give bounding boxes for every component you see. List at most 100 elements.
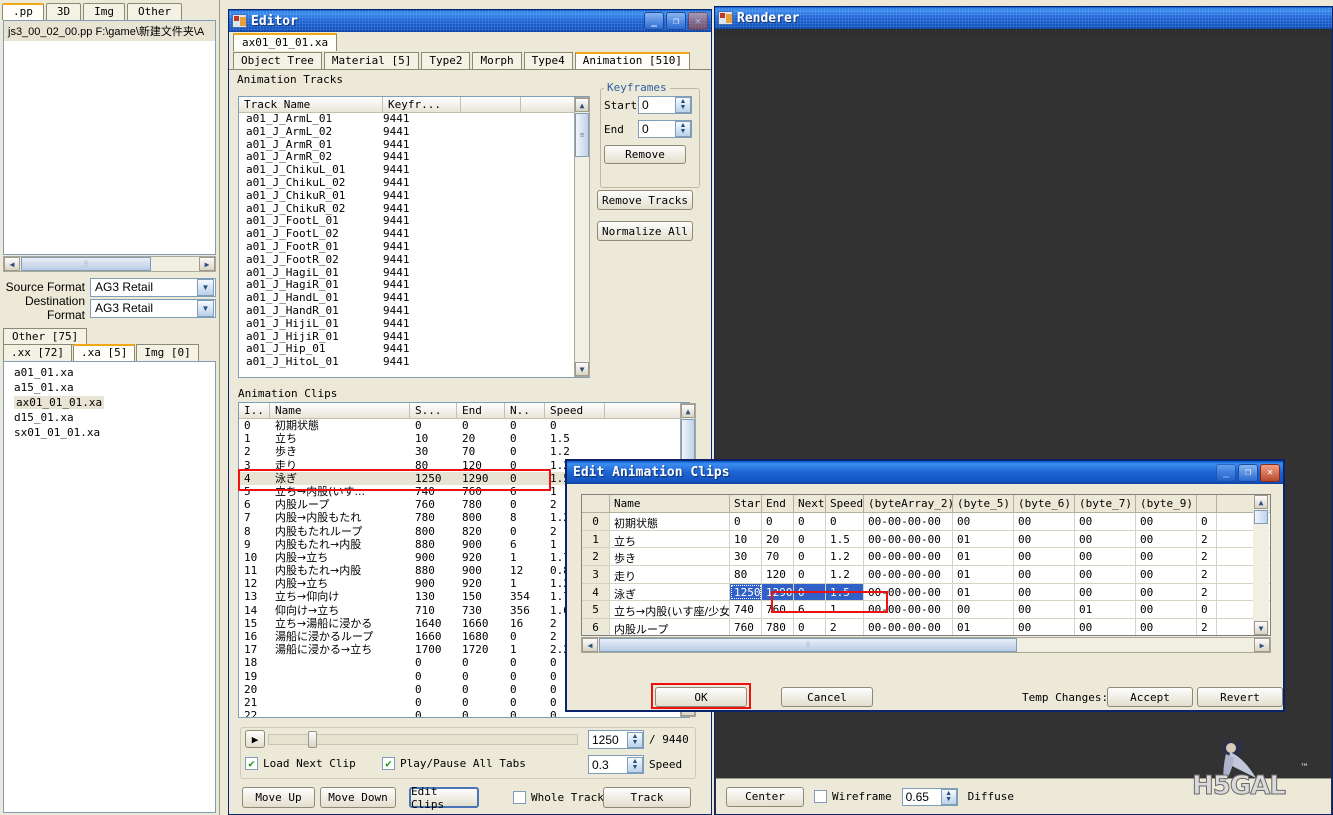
overflow-cell[interactable]: 0 xyxy=(1197,601,1217,619)
whole-track-checkbox[interactable]: Whole Track xyxy=(513,791,604,804)
table-row[interactable]: a01_J_HijiL_01 9441 xyxy=(239,317,589,331)
editor-titlebar[interactable]: Editor _ ❐ ✕ xyxy=(229,10,711,32)
col-start[interactable]: S... xyxy=(410,403,457,418)
byte5-cell[interactable]: 00 xyxy=(953,601,1014,619)
checkbox-box[interactable]: ✔ xyxy=(382,757,395,770)
tab-animation[interactable]: Animation [510] xyxy=(574,52,691,69)
tracks-vscroll-thumb[interactable]: ≡ xyxy=(575,113,589,157)
dialog-vscroll-thumb[interactable] xyxy=(1254,510,1268,524)
col-byte7[interactable]: (byte_7) xyxy=(1075,495,1136,512)
scroll-up-icon[interactable]: ▲ xyxy=(681,404,695,418)
pp-list-item[interactable]: js3_00_02_00.pp F:\game\新建文件夹\A xyxy=(4,21,215,41)
move-down-button[interactable]: Move Down xyxy=(320,787,396,808)
tab-3d[interactable]: 3D xyxy=(45,3,82,20)
start-spinner[interactable]: 0 ▲ ▼ xyxy=(638,96,692,114)
table-row[interactable]: 1 立ち 10 20 0 1.5 xyxy=(239,432,689,445)
accept-button[interactable]: Accept xyxy=(1107,687,1193,707)
table-row[interactable]: a01_J_HandR_01 9441 xyxy=(239,304,589,318)
next-cell[interactable]: 6 xyxy=(794,601,826,619)
col-bytearray2[interactable]: (byteArray_2) xyxy=(864,495,953,512)
next-cell[interactable]: 0 xyxy=(794,530,826,548)
normalize-all-button[interactable]: Normalize All xyxy=(597,221,693,241)
end-spinner[interactable]: 0 ▲ ▼ xyxy=(638,120,692,138)
scroll-right-icon[interactable]: ▶ xyxy=(1254,638,1270,652)
col-next[interactable]: Next xyxy=(794,495,826,512)
spinner-arrows-icon[interactable]: ▲ ▼ xyxy=(940,788,957,805)
list-item[interactable]: a15_01.xa xyxy=(4,380,215,395)
byte5-cell[interactable]: 01 xyxy=(953,583,1014,601)
bytearray2-cell[interactable]: 00-00-00-00 xyxy=(864,583,953,601)
subtab-xa[interactable]: .xa [5] xyxy=(72,344,136,361)
name-cell[interactable]: 立ち→内股(いす座/少女) xyxy=(610,601,730,619)
col-start[interactable]: Start xyxy=(730,495,762,512)
spinner-arrows-icon[interactable]: ▲ ▼ xyxy=(627,731,643,748)
byte7-cell[interactable]: 00 xyxy=(1075,513,1136,530)
destination-format-combo[interactable]: AG3 Retail ▼ xyxy=(90,298,216,318)
overflow-cell[interactable]: 2 xyxy=(1197,566,1217,583)
byte6-cell[interactable]: 00 xyxy=(1014,548,1075,566)
close-icon[interactable]: ✕ xyxy=(688,12,708,30)
table-row[interactable]: 0 初期状態 0 0 0 0 00-00-00-00 00 00 00 00 0 xyxy=(582,513,1270,531)
col-byte6[interactable]: (byte_6) xyxy=(1014,495,1075,512)
file-tab-active[interactable]: ax01_01_01.xa xyxy=(233,33,338,51)
pp-list-hscrollbar[interactable]: ◀ ⦙⦙ ▶ xyxy=(3,256,216,272)
tab-type4[interactable]: Type4 xyxy=(523,52,573,69)
speed-spinner[interactable]: 0.3 ▲ ▼ xyxy=(588,755,644,774)
dialog-hscroll-thumb[interactable]: ⦙⦙ xyxy=(599,638,1017,652)
row-header-cell[interactable]: 6 xyxy=(582,619,610,635)
scroll-right-icon[interactable]: ▶ xyxy=(199,257,215,271)
byte5-cell[interactable]: 01 xyxy=(953,548,1014,566)
speed-cell[interactable]: 0 xyxy=(826,513,864,530)
remove-tracks-button[interactable]: Remove Tracks xyxy=(597,190,693,210)
byte7-cell[interactable]: 00 xyxy=(1075,548,1136,566)
byte9-cell[interactable]: 00 xyxy=(1136,583,1197,601)
start-cell[interactable]: 10 xyxy=(730,530,762,548)
byte9-cell[interactable]: 00 xyxy=(1136,566,1197,583)
hscroll-thumb[interactable]: ⦙⦙ xyxy=(21,257,151,271)
tab-object-tree[interactable]: Object Tree xyxy=(233,52,322,69)
tab-other-group[interactable]: Other [75] xyxy=(3,328,88,345)
spinner-arrows-icon[interactable]: ▲ ▼ xyxy=(675,121,691,137)
end-cell[interactable]: 760 xyxy=(762,601,794,619)
load-next-clip-checkbox[interactable]: ✔ Load Next Clip xyxy=(245,757,356,770)
bytearray2-cell[interactable]: 00-00-00-00 xyxy=(864,619,953,635)
byte9-cell[interactable]: 00 xyxy=(1136,530,1197,548)
subtab-img[interactable]: Img [0] xyxy=(136,344,199,361)
byte5-cell[interactable]: 01 xyxy=(953,530,1014,548)
overflow-cell[interactable]: 2 xyxy=(1197,530,1217,548)
row-header-cell[interactable]: 1 xyxy=(582,530,610,548)
byte6-cell[interactable]: 00 xyxy=(1014,513,1075,530)
scroll-down-icon[interactable]: ▼ xyxy=(575,362,589,376)
renderer-titlebar[interactable]: Renderer xyxy=(715,7,1332,29)
bytearray2-cell[interactable]: 00-00-00-00 xyxy=(864,548,953,566)
table-row[interactable]: a01_J_ChikuL_02 9441 xyxy=(239,176,589,190)
speed-cell[interactable]: 1.2 xyxy=(826,548,864,566)
play-button[interactable]: ▶ xyxy=(245,730,265,748)
hscroll-track[interactable] xyxy=(152,257,199,271)
row-header-cell[interactable]: 5 xyxy=(582,601,610,619)
col-end[interactable]: End xyxy=(762,495,794,512)
start-cell[interactable]: 740 xyxy=(730,601,762,619)
bytearray2-cell[interactable]: 00-00-00-00 xyxy=(864,601,953,619)
tab-material[interactable]: Material [5] xyxy=(323,52,420,69)
byte5-cell[interactable]: 01 xyxy=(953,566,1014,583)
table-row[interactable]: a01_J_ArmL_01 9441 xyxy=(239,112,589,126)
list-item[interactable]: d15_01.xa xyxy=(4,410,215,425)
dialog-hscrollbar[interactable]: ◀ ⦙⦙ ▶ xyxy=(581,637,1271,653)
table-row[interactable]: a01_J_ArmL_02 9441 xyxy=(239,125,589,139)
table-row[interactable]: 2 歩き 30 70 0 1.2 00-00-00-00 01 00 00 00 2 xyxy=(582,548,1270,567)
bytearray2-cell[interactable]: 00-00-00-00 xyxy=(864,530,953,548)
byte6-cell[interactable]: 00 xyxy=(1014,566,1075,583)
byte7-cell[interactable]: 00 xyxy=(1075,530,1136,548)
col-rowheader[interactable] xyxy=(582,495,610,512)
table-row[interactable]: a01_J_ChikuR_01 9441 xyxy=(239,189,589,203)
spinner-arrows-icon[interactable]: ▲ ▼ xyxy=(627,756,643,773)
row-header-cell[interactable]: 3 xyxy=(582,566,610,583)
start-cell[interactable]: 1250 xyxy=(730,583,762,601)
end-cell[interactable]: 0 xyxy=(762,513,794,530)
tab-pp[interactable]: .pp xyxy=(2,3,44,20)
track-button[interactable]: Track xyxy=(603,787,691,808)
col-end[interactable]: End xyxy=(457,403,505,418)
minimize-icon[interactable]: _ xyxy=(644,12,664,30)
col-byte9[interactable]: (byte_9) xyxy=(1136,495,1197,512)
